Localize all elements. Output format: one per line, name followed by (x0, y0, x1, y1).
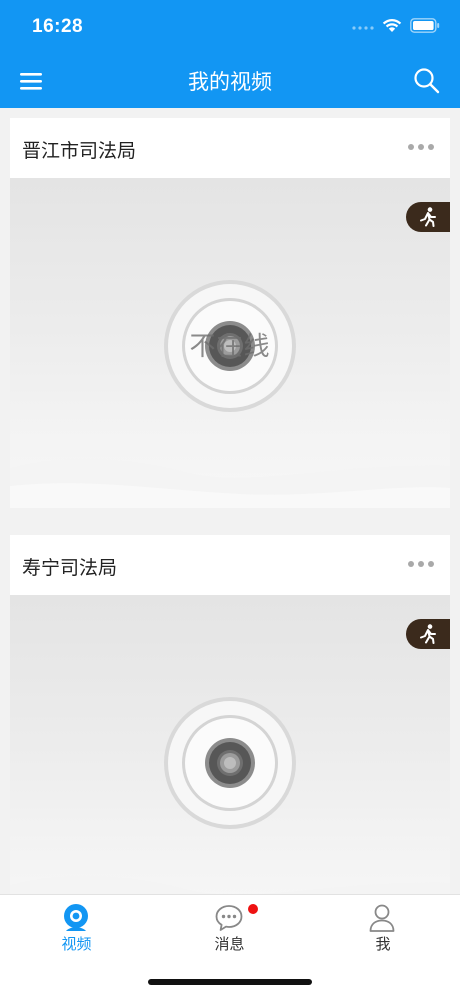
video-preview[interactable] (10, 595, 450, 925)
tab-messages[interactable]: 消息 (153, 895, 306, 957)
battery-icon (410, 18, 440, 33)
unread-badge (248, 904, 258, 914)
more-dot (408, 144, 414, 150)
page-title: 我的视频 (188, 70, 272, 94)
tab-bar: 视频 消息 我 (0, 894, 460, 956)
more-options-button[interactable] (408, 561, 434, 567)
wave-decoration (10, 458, 450, 508)
video-card[interactable]: 晋江市司法局 不在线 (10, 118, 450, 508)
tab-label: 视频 (61, 935, 92, 953)
motion-detection-badge[interactable] (406, 619, 450, 649)
more-dot (428, 144, 434, 150)
more-dot (428, 561, 434, 567)
status-indicators (352, 18, 440, 33)
home-indicator[interactable] (148, 979, 312, 985)
camera-icon (64, 904, 88, 931)
more-dot (418, 561, 424, 567)
tab-label: 消息 (214, 935, 245, 953)
person-icon (369, 904, 395, 932)
cellular-signal-icon (352, 25, 374, 30)
tab-profile[interactable]: 我 (306, 895, 460, 957)
home-indicator-area (0, 956, 460, 996)
wifi-icon (382, 18, 402, 32)
motion-detection-badge[interactable] (406, 202, 450, 232)
more-dot (418, 144, 424, 150)
video-card[interactable]: 寿宁司法局 (10, 535, 450, 925)
card-title: 寿宁司法局 (22, 557, 118, 579)
running-person-icon (420, 207, 436, 227)
running-person-icon (420, 624, 436, 644)
search-button[interactable] (412, 66, 442, 96)
status-time: 16:28 (32, 16, 84, 37)
tab-video[interactable]: 视频 (0, 895, 153, 957)
more-dot (408, 561, 414, 567)
card-header: 晋江市司法局 (10, 118, 450, 178)
tab-label: 我 (375, 935, 391, 953)
offline-status-label: 不在线 (189, 332, 271, 362)
chat-bubble-icon (215, 905, 243, 931)
status-bar: 16:28 (0, 0, 460, 54)
video-preview[interactable]: 不在线 (10, 178, 450, 508)
card-title: 晋江市司法局 (22, 140, 137, 162)
search-icon (414, 68, 440, 94)
card-header: 寿宁司法局 (10, 535, 450, 595)
camera-placeholder-icon (164, 697, 296, 829)
more-options-button[interactable] (408, 144, 434, 150)
nav-bar: 我的视频 (0, 54, 460, 108)
